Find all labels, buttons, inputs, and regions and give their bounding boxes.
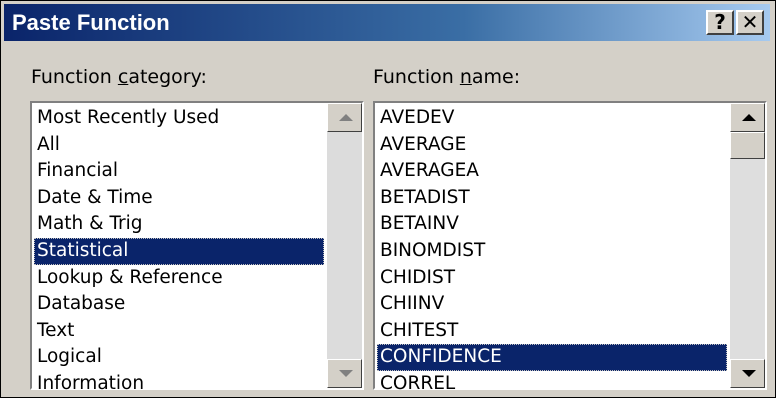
category-scrollbar[interactable]: [327, 103, 362, 388]
category-list-item[interactable]: Math & Trig: [34, 211, 324, 238]
function-scrollbar[interactable]: [730, 103, 765, 388]
function-list-item[interactable]: CHIINV: [377, 291, 727, 318]
arrow-up-icon: [742, 114, 756, 121]
function-list-item[interactable]: CHIDIST: [377, 265, 727, 292]
category-list-item[interactable]: Date & Time: [34, 185, 324, 212]
category-scroll-down-button[interactable]: [327, 359, 362, 388]
category-list-item[interactable]: Logical: [34, 344, 324, 371]
category-list-item[interactable]: Lookup & Reference: [34, 265, 324, 292]
close-button[interactable]: ✕: [736, 10, 764, 35]
dialog-title: Paste Function: [12, 10, 170, 35]
function-scroll-down-button[interactable]: [730, 359, 765, 388]
function-scroll-up-button[interactable]: [730, 103, 765, 132]
function-list-item[interactable]: CHITEST: [377, 318, 727, 345]
category-scroll-up-button[interactable]: [327, 103, 362, 132]
function-list-item[interactable]: CORREL: [377, 371, 727, 398]
function-list-item[interactable]: BETAINV: [377, 211, 727, 238]
function-list-item[interactable]: AVEDEV: [377, 105, 727, 132]
help-button[interactable]: ?: [706, 10, 734, 35]
function-name-list[interactable]: AVEDEV AVERAGE AVERAGEA BETADIST BETAINV BINO…: [373, 101, 767, 394]
category-list-item[interactable]: Text: [34, 318, 324, 345]
help-icon: ?: [714, 10, 726, 34]
function-category-items: Most Recently Used All Financial Date & Tim…: [34, 105, 324, 398]
function-scroll-thumb[interactable]: [730, 132, 765, 159]
category-list-item[interactable]: Financial: [34, 158, 324, 185]
function-category-list[interactable]: Most Recently Used All Financial Date & Tim…: [30, 101, 364, 394]
category-list-item[interactable]: Most Recently Used: [34, 105, 324, 132]
function-list-item[interactable]: AVERAGEA: [377, 158, 727, 185]
function-name-items: AVEDEV AVERAGE AVERAGEA BETADIST BETAINV BINO…: [377, 105, 727, 398]
function-list-item[interactable]: BETADIST: [377, 185, 727, 212]
category-list-item[interactable]: All: [34, 132, 324, 159]
function-name-label: Function name:: [373, 66, 521, 88]
category-list-item[interactable]: Database: [34, 291, 324, 318]
category-list-item[interactable]: Statistical: [34, 237, 324, 265]
arrow-down-icon: [339, 370, 353, 377]
arrow-down-icon: [742, 370, 756, 377]
function-category-label: Function category:: [31, 66, 207, 88]
function-list-item[interactable]: AVERAGE: [377, 132, 727, 159]
category-list-item[interactable]: Information: [34, 371, 324, 398]
arrow-up-icon: [339, 114, 353, 121]
function-list-item[interactable]: CONFIDENCE: [377, 344, 727, 371]
function-list-item[interactable]: BINOMDIST: [377, 238, 727, 265]
close-icon: ✕: [741, 10, 759, 34]
title-bar[interactable]: Paste Function ? ✕: [4, 4, 770, 41]
